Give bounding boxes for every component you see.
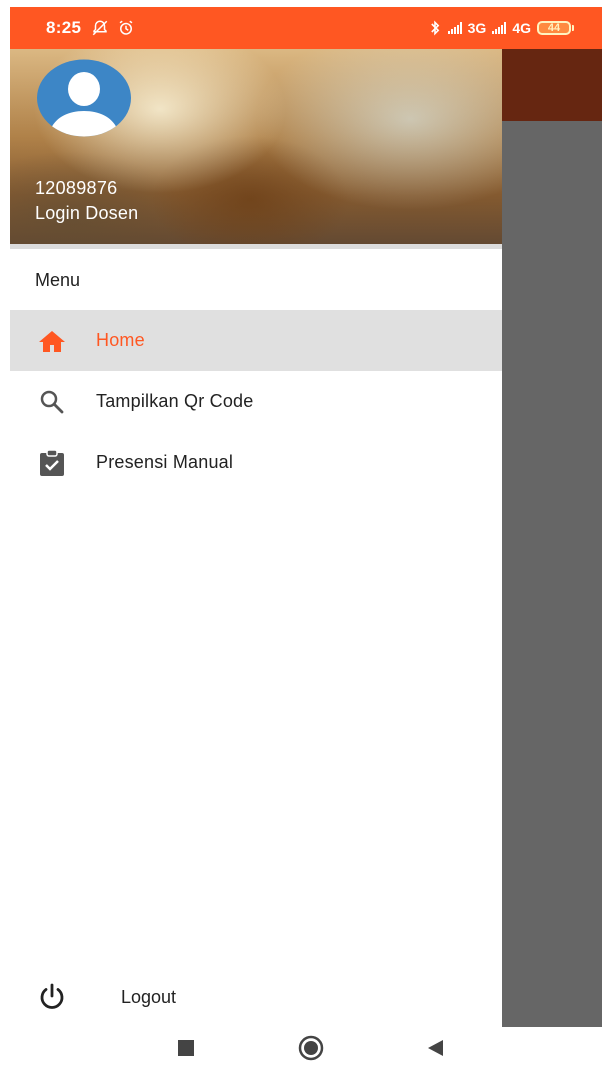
network-4g-label: 4G xyxy=(512,20,531,36)
app-screen: 8:25 3G 4G 44 12089876 Login Dosen Menu … xyxy=(0,0,602,1067)
app-toolbar-behind xyxy=(502,49,602,121)
signal-icon xyxy=(447,22,462,34)
nav-item-presensi-manual[interactable]: Presensi Manual xyxy=(10,432,502,493)
status-bar: 8:25 3G 4G 44 xyxy=(10,7,602,49)
drawer-scrim[interactable] xyxy=(502,49,602,1027)
user-avatar-icon xyxy=(37,59,131,137)
user-id: 12089876 xyxy=(35,178,118,198)
nav-item-label: Tampilkan Qr Code xyxy=(96,391,254,411)
logout-button[interactable]: Logout xyxy=(10,969,502,1025)
back-icon xyxy=(428,1040,443,1056)
nav-item-qr-code[interactable]: Tampilkan Qr Code xyxy=(10,371,502,432)
navigation-drawer: 12089876 Login Dosen Menu Home Tampilkan… xyxy=(10,49,502,1027)
home-icon xyxy=(39,331,65,352)
clipboard-check-icon xyxy=(40,449,64,476)
system-navigation-bar xyxy=(0,1027,602,1067)
user-role: Login Dosen xyxy=(35,203,139,223)
home-circle-icon xyxy=(298,1035,324,1061)
logout-label: Logout xyxy=(121,987,177,1007)
recent-apps-button[interactable] xyxy=(173,1035,199,1061)
home-nav-button[interactable] xyxy=(298,1035,324,1061)
signal-icon xyxy=(492,22,507,34)
back-button[interactable] xyxy=(422,1035,448,1061)
alarm-icon xyxy=(119,20,133,35)
nav-item-home[interactable]: Home xyxy=(10,310,502,371)
nav-item-label: Presensi Manual xyxy=(96,452,234,472)
network-3g-label: 3G xyxy=(467,20,487,36)
notifications-off-icon xyxy=(92,20,108,36)
battery-icon: 44 xyxy=(537,21,574,35)
drawer-header: 12089876 Login Dosen xyxy=(10,49,502,244)
recent-apps-icon xyxy=(178,1040,194,1056)
search-icon xyxy=(40,390,64,414)
menu-heading: Menu xyxy=(35,270,81,290)
status-time: 8:25 xyxy=(46,18,82,37)
header-divider xyxy=(10,244,502,249)
battery-level: 44 xyxy=(537,21,571,35)
nav-item-label: Home xyxy=(96,330,145,350)
bluetooth-icon xyxy=(430,20,439,36)
power-icon xyxy=(40,983,64,1009)
